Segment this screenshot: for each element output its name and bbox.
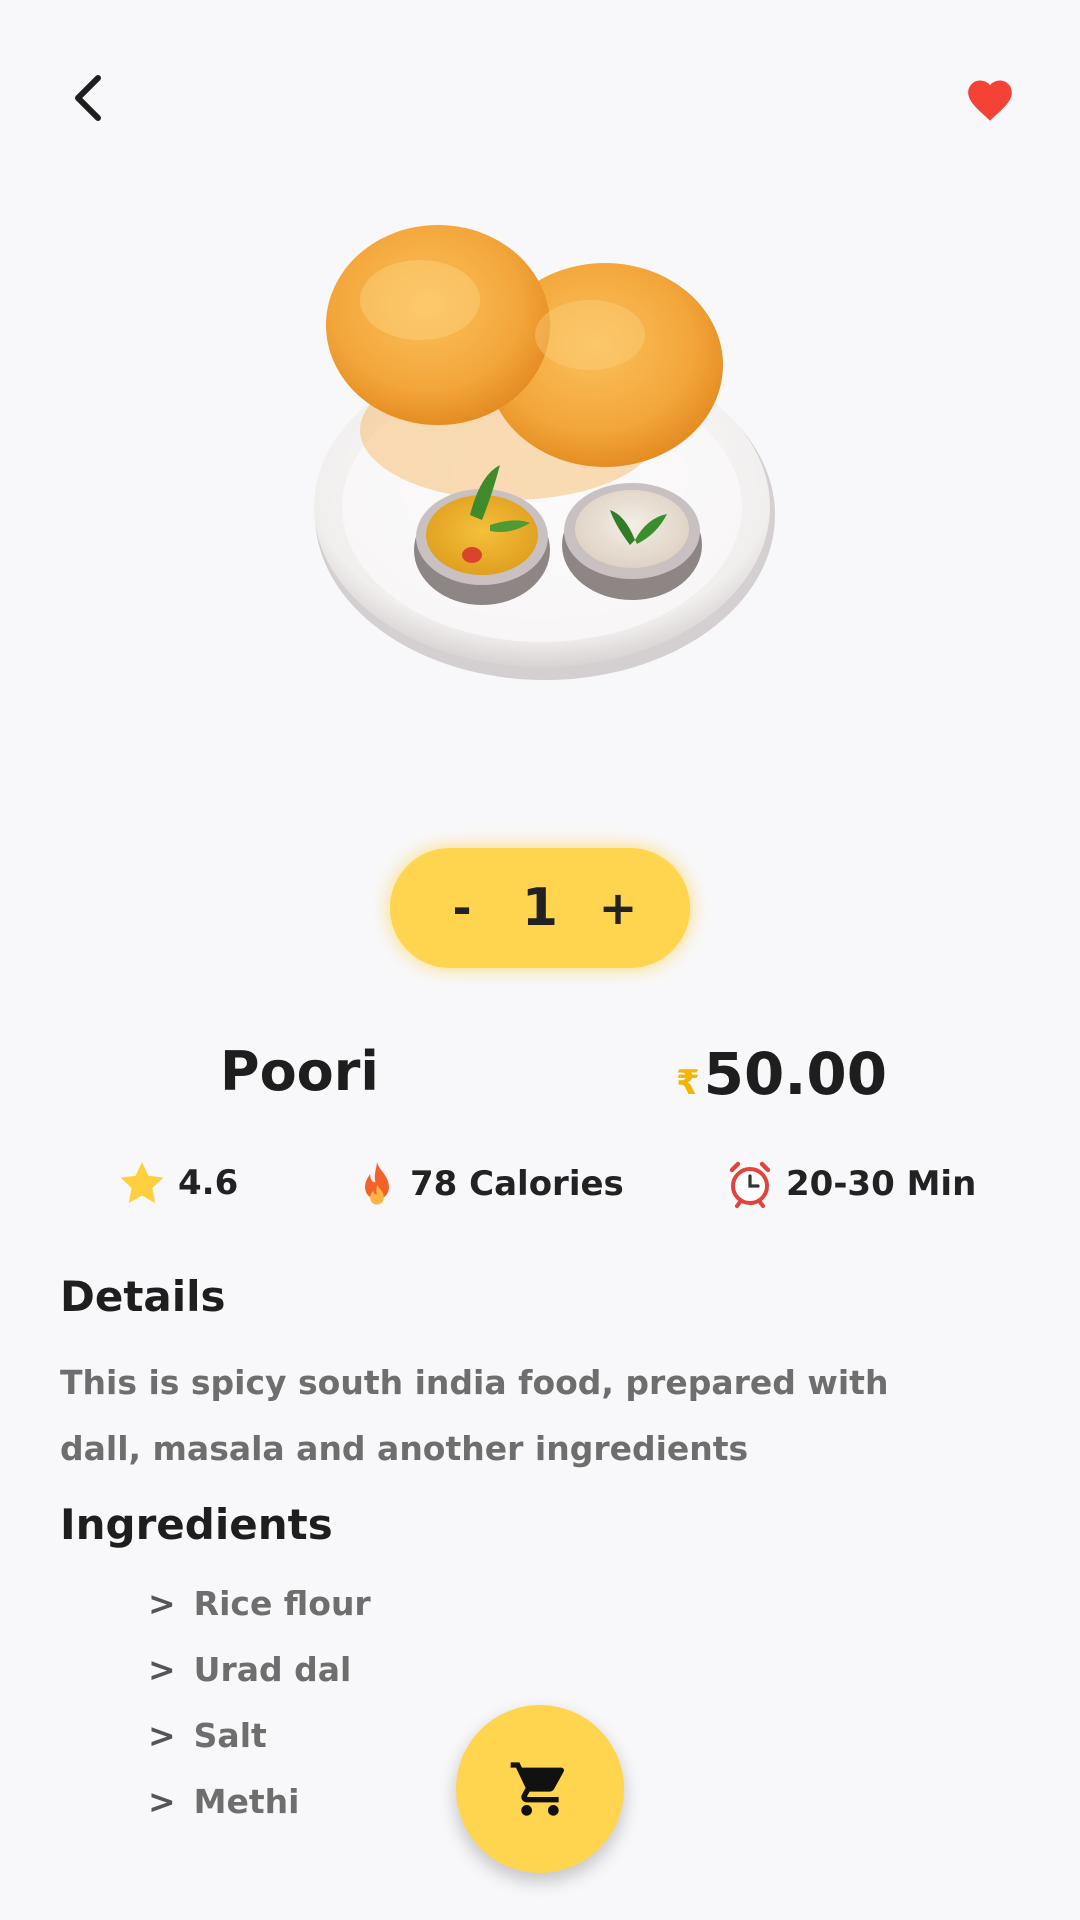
quantity-value: 1 <box>521 878 559 938</box>
calories-info: 78 Calories <box>356 1160 624 1208</box>
back-button[interactable] <box>60 70 116 126</box>
star-icon <box>120 1162 164 1203</box>
add-to-cart-button[interactable] <box>456 1705 624 1873</box>
list-marker: > <box>148 1715 176 1755</box>
price-value: 50.00 <box>703 1040 888 1108</box>
fire-icon <box>365 1161 389 1205</box>
ingredients-title: Ingredients <box>60 1500 333 1549</box>
list-item: > Salt <box>148 1702 371 1768</box>
food-image <box>300 215 780 685</box>
list-item: > Urad dal <box>148 1636 371 1702</box>
rating-info: 4.6 <box>118 1160 238 1206</box>
ingredients-list: > Rice flour > Urad dal > Salt > Methi <box>148 1570 371 1834</box>
ingredient-label: Methi <box>193 1781 300 1821</box>
rupee-icon: ₹ <box>676 1063 700 1103</box>
list-item: > Methi <box>148 1768 371 1834</box>
details-text: This is spicy south india food, prepared… <box>60 1363 889 1468</box>
product-price: ₹ 50.00 <box>676 1040 887 1108</box>
rating-value: 4.6 <box>178 1163 239 1203</box>
details-title: Details <box>60 1272 226 1321</box>
decrement-button[interactable]: - <box>442 881 482 935</box>
increment-button[interactable]: + <box>598 881 638 935</box>
cart-icon <box>510 1762 565 1816</box>
ingredient-label: Salt <box>193 1715 267 1755</box>
time-value: 20-30 Min <box>786 1164 977 1204</box>
alarm-clock-icon <box>729 1161 771 1208</box>
ingredient-label: Urad dal <box>193 1649 352 1689</box>
favorite-button[interactable] <box>960 70 1020 126</box>
list-marker: > <box>148 1583 176 1623</box>
ingredient-label: Rice flour <box>193 1583 371 1623</box>
time-info: 20-30 Min <box>726 1160 976 1208</box>
calories-value: 78 Calories <box>410 1164 624 1204</box>
product-name: Poori <box>220 1040 379 1103</box>
list-item: > Rice flour <box>148 1570 371 1636</box>
list-marker: > <box>148 1649 176 1689</box>
list-marker: > <box>148 1781 176 1821</box>
quantity-stepper: - 1 + <box>390 848 690 968</box>
heart-icon <box>968 80 1012 121</box>
chevron-left-icon <box>75 75 101 121</box>
